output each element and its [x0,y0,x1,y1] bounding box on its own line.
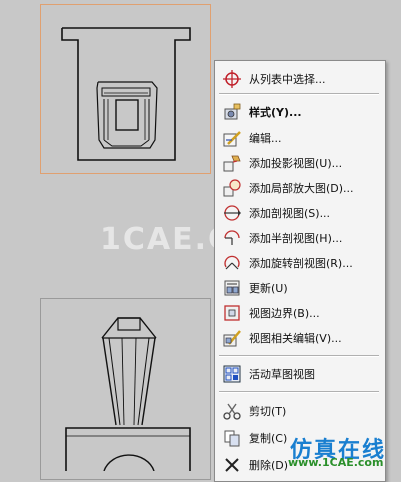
menu-item-label: 编辑... [249,131,282,145]
menu-item-label: 从列表中选择... [249,72,326,86]
menu-item-label: 添加旋转剖视图(R)... [249,256,353,270]
update-icon [221,277,243,299]
menu-separator [219,355,379,357]
menu-item-label: 添加局部放大图(D)... [249,181,354,195]
menu-item-label: 添加半剖视图(H)... [249,231,343,245]
delete-x-icon [221,454,243,476]
view-dependent-edit-icon [221,327,243,349]
menu-item-view-dependent-edit[interactable]: 视图相关编辑(V)... [215,325,385,350]
menu-item-edit[interactable]: 编辑... [215,125,385,150]
projected-view-icon [221,152,243,174]
half-section-view-icon [221,227,243,249]
menu-item-update[interactable]: 更新(U) [215,275,385,300]
menu-item-active-sketch-view[interactable]: 活动草图视图 [215,361,385,386]
sketch-view-icon [221,363,243,385]
menu-item-label: 活动草图视图 [249,367,315,381]
menu-separator [219,391,379,393]
edit-icon [221,127,243,149]
menu-item-add-detail-view[interactable]: 添加局部放大图(D)... [215,175,385,200]
menu-item-style[interactable]: 样式(Y)... [215,99,385,124]
menu-item-select-from-list[interactable]: 从列表中选择... [215,66,385,91]
view-boundary-icon [221,302,243,324]
menu-item-add-section-view[interactable]: 添加剖视图(S)... [215,200,385,225]
brand-url: www.1CAE.com [288,456,384,469]
menu-item-add-revolved-section-view[interactable]: 添加旋转剖视图(R)... [215,250,385,275]
menu-item-label: 删除(D) [249,458,289,472]
copy-icon [221,427,243,449]
revolved-section-view-icon [221,252,243,274]
section-view-icon [221,202,243,224]
menu-item-label: 复制(C) [249,431,288,445]
style-icon [221,101,243,123]
menu-item-add-projected-view[interactable]: 添加投影视图(U)... [215,150,385,175]
menu-item-label: 视图相关编辑(V)... [249,331,342,345]
menu-item-label: 视图边界(B)... [249,306,320,320]
scissors-icon [221,400,243,422]
detail-view-icon [221,177,243,199]
menu-item-view-boundary[interactable]: 视图边界(B)... [215,300,385,325]
menu-item-label: 添加投影视图(U)... [249,156,343,170]
menu-item-add-half-section-view[interactable]: 添加半剖视图(H)... [215,225,385,250]
menu-item-cut[interactable]: 剪切(T) [215,398,385,423]
menu-item-label: 剪切(T) [249,404,287,418]
context-menu: 从列表中选择... 样式(Y)... 编辑... 添加投影视图(U)... 添加… [214,60,386,482]
menu-separator [219,93,379,95]
crosshair-icon [221,68,243,90]
menu-item-label: 添加剖视图(S)... [249,206,331,220]
menu-item-label: 样式(Y)... [249,105,302,119]
menu-item-label: 更新(U) [249,281,288,295]
